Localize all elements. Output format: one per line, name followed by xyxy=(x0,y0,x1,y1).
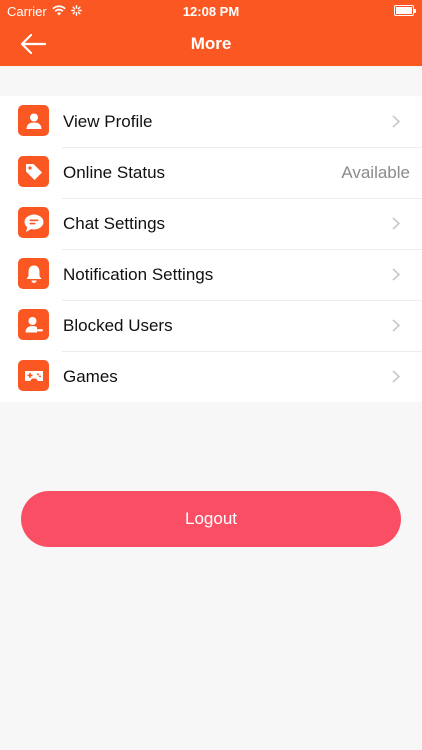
status-right xyxy=(394,4,416,16)
chevron-right-icon xyxy=(392,115,400,128)
user-icon xyxy=(18,105,49,136)
bell-icon xyxy=(18,258,49,289)
menu-item-chat-settings[interactable]: Chat Settings xyxy=(0,198,422,249)
menu-item-blocked-users[interactable]: Blocked Users xyxy=(0,300,422,351)
menu-item-label: Online Status xyxy=(63,163,166,182)
nav-bar: More xyxy=(0,22,422,66)
chevron-right-icon xyxy=(392,319,400,332)
menu-item-notification-settings[interactable]: Notification Settings xyxy=(0,249,422,300)
menu-item-games[interactable]: Games xyxy=(0,351,422,402)
status-bar: Carrier 12:08 PM xyxy=(0,0,422,22)
page-title: More xyxy=(190,34,232,53)
menu-item-label: Blocked Users xyxy=(63,316,173,335)
menu-item-label: Notification Settings xyxy=(63,265,214,284)
tag-icon xyxy=(18,156,49,187)
logout-button[interactable]: Logout xyxy=(21,491,401,547)
menu-item-label: Chat Settings xyxy=(63,214,166,233)
blocked-user-icon xyxy=(18,309,49,340)
online-status-value: Available xyxy=(341,163,410,182)
chevron-right-icon xyxy=(392,370,400,383)
menu-item-label: Games xyxy=(63,367,118,386)
menu-item-label: View Profile xyxy=(63,112,153,131)
chevron-right-icon xyxy=(392,217,400,230)
menu-item-online-status[interactable]: Online Status Available xyxy=(0,147,422,198)
battery-icon xyxy=(394,5,416,16)
menu-item-view-profile[interactable]: View Profile xyxy=(0,96,422,147)
menu-list: View Profile Online Status Available Cha… xyxy=(0,96,422,402)
chevron-right-icon xyxy=(392,268,400,281)
chat-bubble-icon xyxy=(18,207,49,238)
gamepad-icon xyxy=(18,360,49,391)
status-time: 12:08 PM xyxy=(182,4,240,19)
